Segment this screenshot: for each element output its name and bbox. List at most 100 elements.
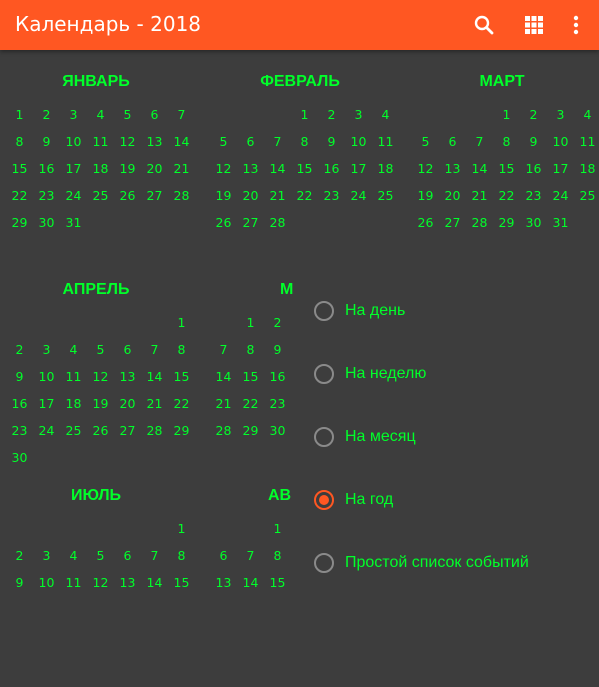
day-cell[interactable]: 1 — [493, 107, 520, 122]
day-cell[interactable]: 22 — [168, 396, 195, 411]
day-cell[interactable]: 27 — [439, 215, 466, 230]
view-option-year[interactable]: На год — [314, 486, 594, 516]
day-cell[interactable]: 12 — [87, 369, 114, 384]
day-cell[interactable]: 7 — [210, 342, 237, 357]
day-cell[interactable]: 9 — [6, 575, 33, 590]
day-cell[interactable]: 14 — [210, 369, 237, 384]
more-vert-icon[interactable] — [564, 13, 588, 37]
day-cell[interactable]: 3 — [33, 342, 60, 357]
day-cell[interactable]: 17 — [547, 161, 574, 176]
day-cell[interactable]: 16 — [6, 396, 33, 411]
day-cell[interactable]: 22 — [237, 396, 264, 411]
day-cell[interactable]: 21 — [210, 396, 237, 411]
day-cell[interactable]: 18 — [372, 161, 399, 176]
day-cell[interactable]: 28 — [210, 423, 237, 438]
day-cell[interactable]: 23 — [33, 188, 60, 203]
month-block[interactable]: ИЮЛЬ 1 2 3 4 5 6 7 8 9 10 11 12 13 14 15 — [6, 487, 192, 687]
day-cell[interactable]: 25 — [60, 423, 87, 438]
day-cell[interactable]: 13 — [114, 369, 141, 384]
day-cell[interactable]: 14 — [168, 134, 195, 149]
day-cell[interactable]: 29 — [168, 423, 195, 438]
day-cell[interactable]: 20 — [439, 188, 466, 203]
day-cell[interactable]: 31 — [547, 215, 574, 230]
day-cell[interactable]: 8 — [291, 134, 318, 149]
day-cell[interactable]: 23 — [318, 188, 345, 203]
view-option-event-list[interactable]: Простой список событий — [314, 549, 594, 579]
day-cell[interactable]: 4 — [87, 107, 114, 122]
day-cell[interactable]: 5 — [412, 134, 439, 149]
day-cell[interactable]: 16 — [264, 369, 291, 384]
day-cell[interactable]: 17 — [345, 161, 372, 176]
day-cell[interactable]: 1 — [264, 521, 291, 536]
day-cell[interactable]: 10 — [33, 369, 60, 384]
day-cell[interactable]: 21 — [141, 396, 168, 411]
month-block[interactable]: АПРЕЛЬ 1 2 3 4 5 6 7 8 9 10 11 12 13 14 15 16 17 18 19 20 21 2… — [6, 281, 192, 481]
day-cell[interactable]: 16 — [318, 161, 345, 176]
month-block[interactable]: ЯНВАРЬ 1 2 3 4 5 6 7 8 9 10 11 12 13 14 15 16 17 18 19 20 21 2… — [6, 73, 192, 273]
day-cell[interactable]: 1 — [291, 107, 318, 122]
day-cell[interactable]: 19 — [87, 396, 114, 411]
day-cell[interactable]: 12 — [412, 161, 439, 176]
day-cell[interactable]: 24 — [547, 188, 574, 203]
day-cell[interactable]: 9 — [6, 369, 33, 384]
day-cell[interactable]: 6 — [114, 342, 141, 357]
day-cell[interactable]: 14 — [237, 575, 264, 590]
day-cell[interactable]: 26 — [210, 215, 237, 230]
day-cell[interactable]: 14 — [264, 161, 291, 176]
view-option-week[interactable]: На неделю — [314, 360, 594, 390]
day-cell[interactable]: 10 — [547, 134, 574, 149]
day-cell[interactable]: 2 — [6, 342, 33, 357]
day-cell[interactable]: 7 — [141, 548, 168, 563]
day-cell[interactable]: 10 — [60, 134, 87, 149]
search-icon[interactable] — [472, 13, 496, 37]
day-cell[interactable]: 6 — [141, 107, 168, 122]
day-cell[interactable]: 6 — [210, 548, 237, 563]
day-cell[interactable]: 2 — [6, 548, 33, 563]
day-cell[interactable]: 15 — [493, 161, 520, 176]
day-cell[interactable]: 8 — [168, 548, 195, 563]
radio-icon[interactable] — [314, 301, 334, 321]
day-cell[interactable]: 15 — [6, 161, 33, 176]
day-cell[interactable]: 23 — [520, 188, 547, 203]
day-cell[interactable]: 30 — [33, 215, 60, 230]
day-cell[interactable]: 8 — [168, 342, 195, 357]
day-cell[interactable]: 30 — [520, 215, 547, 230]
day-cell[interactable]: 29 — [237, 423, 264, 438]
day-cell[interactable]: 8 — [264, 548, 291, 563]
month-block[interactable]: МАРТ 1 2 3 4 5 6 7 8 9 10 11 12 13 14 15 16 17 18 19 20 21 22 2… — [412, 73, 598, 273]
day-cell[interactable]: 7 — [141, 342, 168, 357]
day-cell[interactable]: 26 — [412, 215, 439, 230]
day-cell[interactable]: 20 — [141, 161, 168, 176]
day-cell[interactable]: 14 — [141, 575, 168, 590]
day-cell[interactable]: 4 — [574, 107, 599, 122]
day-cell[interactable]: 9 — [318, 134, 345, 149]
day-cell[interactable]: 4 — [372, 107, 399, 122]
day-cell[interactable]: 29 — [493, 215, 520, 230]
day-cell[interactable]: 24 — [345, 188, 372, 203]
day-cell[interactable]: 18 — [87, 161, 114, 176]
day-cell[interactable]: 6 — [114, 548, 141, 563]
day-cell[interactable]: 3 — [60, 107, 87, 122]
day-cell[interactable]: 15 — [291, 161, 318, 176]
day-cell[interactable]: 8 — [237, 342, 264, 357]
day-cell[interactable]: 8 — [493, 134, 520, 149]
day-cell[interactable]: 30 — [264, 423, 291, 438]
day-cell[interactable]: 19 — [412, 188, 439, 203]
day-cell[interactable]: 13 — [141, 134, 168, 149]
day-cell[interactable]: 16 — [33, 161, 60, 176]
day-cell[interactable]: 25 — [87, 188, 114, 203]
day-cell[interactable]: 20 — [114, 396, 141, 411]
day-cell[interactable]: 13 — [210, 575, 237, 590]
day-cell[interactable]: 15 — [237, 369, 264, 384]
day-cell[interactable]: 21 — [168, 161, 195, 176]
day-cell[interactable]: 1 — [237, 315, 264, 330]
day-cell[interactable]: 11 — [87, 134, 114, 149]
day-cell[interactable]: 26 — [87, 423, 114, 438]
day-cell[interactable]: 16 — [520, 161, 547, 176]
day-cell[interactable]: 13 — [439, 161, 466, 176]
day-cell[interactable]: 13 — [114, 575, 141, 590]
day-cell[interactable]: 17 — [33, 396, 60, 411]
day-cell[interactable]: 1 — [168, 315, 195, 330]
radio-icon[interactable] — [314, 427, 334, 447]
day-cell[interactable]: 3 — [33, 548, 60, 563]
